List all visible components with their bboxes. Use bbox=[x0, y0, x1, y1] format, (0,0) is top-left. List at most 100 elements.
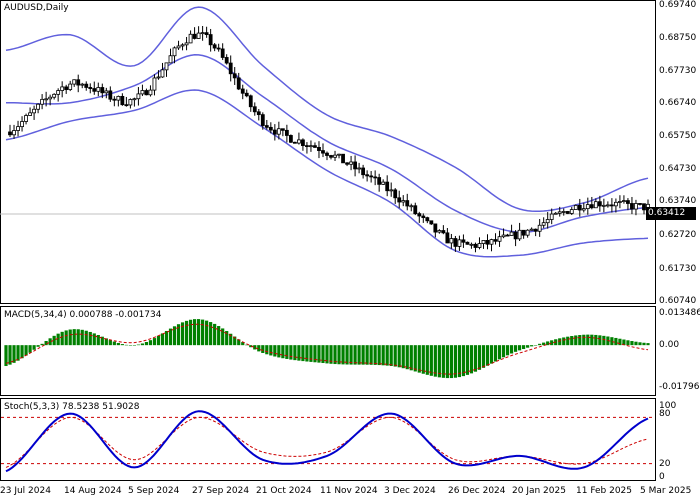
candle-body bbox=[52, 93, 57, 98]
price-tick: 0.61730 bbox=[659, 264, 697, 274]
candle-body bbox=[28, 112, 32, 116]
candle-body bbox=[381, 181, 386, 185]
candle-body bbox=[132, 98, 137, 101]
candle-body bbox=[148, 89, 153, 96]
trading-chart[interactable] bbox=[0, 0, 700, 500]
candle-body bbox=[626, 200, 630, 204]
candle-body bbox=[136, 93, 141, 100]
macd-histogram-bar bbox=[425, 345, 429, 375]
candle-body bbox=[40, 98, 45, 105]
macd-histogram-bar bbox=[441, 345, 445, 378]
macd-histogram-bar bbox=[301, 345, 305, 362]
candle-body bbox=[341, 153, 345, 164]
candle-body bbox=[634, 203, 638, 210]
candle-body bbox=[525, 229, 530, 236]
candle-body bbox=[297, 139, 301, 144]
candle-body bbox=[485, 240, 490, 245]
macd-histogram-bar bbox=[56, 333, 60, 346]
macd-histogram-bar bbox=[136, 344, 141, 346]
macd-histogram-bar bbox=[473, 345, 478, 372]
candle-body bbox=[116, 95, 121, 101]
macd-histogram-bar bbox=[84, 330, 88, 346]
candle-body bbox=[421, 215, 426, 219]
candle-body bbox=[236, 77, 241, 90]
macd-histogram-bar bbox=[80, 329, 84, 346]
candle-body bbox=[345, 162, 349, 165]
candle-body bbox=[357, 167, 362, 170]
candle-body bbox=[557, 211, 562, 214]
candle-body bbox=[188, 33, 193, 44]
date-tick: 21 Oct 2024 bbox=[256, 486, 312, 496]
macd-histogram-bar bbox=[209, 322, 213, 346]
macd-histogram-bar bbox=[626, 340, 630, 346]
candle-body bbox=[96, 87, 101, 92]
price-tick: 0.65750 bbox=[659, 131, 697, 141]
macd-histogram-bar bbox=[598, 335, 602, 346]
candle-body bbox=[164, 62, 169, 71]
candle-body bbox=[244, 92, 249, 97]
candle-body bbox=[493, 239, 498, 242]
macd-histogram-bar bbox=[377, 345, 381, 366]
candle-body bbox=[377, 177, 382, 185]
macd-histogram-bar bbox=[36, 345, 40, 347]
macd-histogram-bar bbox=[602, 335, 606, 346]
candle-body bbox=[288, 135, 293, 143]
macd-histogram-bar bbox=[457, 345, 462, 378]
stoch-signal-line bbox=[5, 416, 649, 468]
macd-histogram-bar bbox=[530, 345, 534, 347]
price-tick: 0.69740 bbox=[659, 0, 697, 10]
stoch-label: Stoch(5,3,3) 78.5238 51.9028 bbox=[4, 402, 140, 412]
macd-histogram-bar bbox=[341, 345, 345, 365]
candle-body bbox=[268, 126, 273, 131]
macd-histogram-bar bbox=[261, 345, 265, 353]
date-tick: 11 Feb 2025 bbox=[576, 486, 633, 496]
candle-body bbox=[284, 129, 289, 136]
macd-histogram-bar bbox=[60, 331, 64, 346]
macd-histogram-bar bbox=[518, 345, 522, 351]
candle-body bbox=[461, 239, 466, 243]
candle-body bbox=[232, 73, 237, 79]
price-tick: 0.60740 bbox=[659, 296, 697, 306]
candle-body bbox=[152, 77, 157, 91]
macd-histogram-bar bbox=[465, 345, 470, 375]
macd-histogram-bar bbox=[116, 342, 120, 346]
macd-histogram-bar bbox=[345, 345, 349, 365]
stoch-tick: 20 bbox=[659, 459, 671, 469]
candle-body bbox=[553, 212, 558, 215]
macd-histogram-bar bbox=[24, 345, 28, 356]
price-panel[interactable] bbox=[0, 0, 656, 304]
macd-histogram-bar bbox=[558, 338, 562, 346]
candle-body bbox=[389, 189, 394, 192]
macd-histogram-bar bbox=[184, 320, 189, 346]
candle-body bbox=[373, 176, 378, 179]
candle-body bbox=[124, 104, 129, 107]
macd-histogram-bar bbox=[485, 345, 490, 366]
candle-body bbox=[457, 239, 462, 247]
candle-body bbox=[425, 217, 430, 222]
candle-body bbox=[513, 231, 518, 240]
stoch-tick: 0 bbox=[659, 472, 665, 482]
macd-histogram-bar bbox=[28, 345, 32, 353]
candle-body bbox=[272, 129, 277, 135]
current-price-box: 0.63412 bbox=[646, 207, 696, 220]
candle-body bbox=[100, 87, 105, 94]
candle-body bbox=[561, 211, 566, 213]
candle-body bbox=[24, 115, 28, 122]
macd-histogram-bar bbox=[148, 340, 153, 346]
date-tick: 3 Dec 2024 bbox=[384, 486, 436, 496]
macd-histogram-bar bbox=[646, 343, 650, 346]
macd-histogram-bar bbox=[152, 338, 157, 346]
candle-body bbox=[228, 62, 233, 75]
candle-body bbox=[585, 204, 590, 210]
date-tick: 14 Aug 2024 bbox=[64, 486, 122, 496]
candle-body bbox=[48, 96, 53, 100]
price-tick: 0.66740 bbox=[659, 98, 697, 108]
macd-histogram-bar bbox=[88, 331, 92, 346]
macd-histogram-bar bbox=[397, 345, 401, 368]
macd-histogram-bar bbox=[20, 345, 24, 359]
macd-histogram-bar bbox=[156, 335, 161, 346]
macd-histogram-bar bbox=[108, 340, 112, 346]
candle-body bbox=[180, 44, 185, 47]
macd-histogram-bar bbox=[40, 343, 44, 346]
macd-histogram-bar bbox=[12, 345, 16, 363]
